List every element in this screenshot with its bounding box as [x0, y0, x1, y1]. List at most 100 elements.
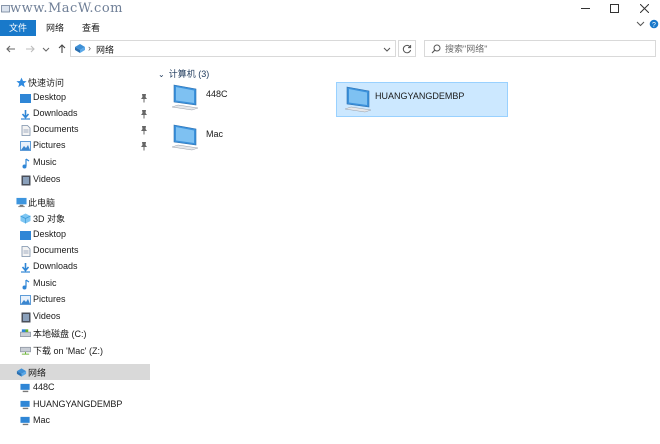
sidebar-item-label: HUANGYANGDEMBP: [33, 399, 123, 409]
pictures-icon: [20, 295, 31, 306]
sidebar-item-label: 下载 on 'Mac' (Z:): [33, 346, 103, 356]
sidebar-item-documents[interactable]: Documents: [0, 122, 150, 138]
sidebar-item-448c[interactable]: 448C: [0, 380, 150, 396]
tab-view[interactable]: 查看: [74, 20, 108, 36]
sidebar-item-3d-objects[interactable]: 3D 对象: [0, 210, 150, 226]
sidebar-item-videos[interactable]: Videos: [0, 172, 150, 188]
computer-icon: [171, 84, 199, 111]
up-button[interactable]: [56, 42, 68, 56]
help-icon: ?: [649, 19, 659, 29]
network-drive-icon: [20, 345, 31, 356]
star-icon: [16, 77, 27, 88]
sidebar-this-pc[interactable]: 此电脑: [0, 194, 150, 210]
expand-ribbon-button[interactable]: [636, 19, 645, 30]
refresh-button[interactable]: [398, 40, 416, 57]
maximize-button[interactable]: [600, 0, 628, 17]
sidebar-quick-access[interactable]: 快速访问: [0, 74, 150, 90]
chevron-down-icon[interactable]: ⌄: [158, 70, 165, 79]
computer-name: Mac: [206, 129, 224, 139]
desktop-icon: [20, 230, 31, 241]
sidebar-item-downloads[interactable]: Downloads: [0, 259, 150, 275]
computer-icon: [20, 416, 31, 427]
videos-icon: [20, 312, 31, 323]
computer-name: HUANGYANGDEMBP: [375, 91, 465, 101]
downloads-icon: [20, 109, 31, 120]
desktop-icon: [20, 93, 31, 104]
chevron-down-icon: [42, 47, 50, 52]
sidebar-item-huangyangdembp[interactable]: HUANGYANGDEMBP: [0, 397, 150, 413]
sidebar-network[interactable]: 网络: [0, 364, 150, 380]
sidebar-item-desktop[interactable]: Desktop: [0, 90, 150, 106]
sidebar-item-label: 3D 对象: [33, 214, 66, 224]
pin-icon[interactable]: [140, 93, 148, 103]
sidebar-item-music[interactable]: Music: [0, 276, 150, 292]
pictures-icon: [20, 141, 31, 152]
sidebar-item-label: 448C: [33, 382, 55, 392]
navigation-pane: 快速访问 Desktop Downloads Documents Picture…: [0, 61, 150, 444]
help-button[interactable]: ?: [649, 19, 659, 31]
maximize-icon: [609, 4, 619, 13]
sidebar-item-label: Videos: [33, 311, 61, 321]
sidebar-item-mac[interactable]: Mac: [0, 413, 150, 429]
tab-file[interactable]: 文件: [0, 20, 37, 36]
sidebar-item-videos[interactable]: Videos: [0, 309, 150, 325]
sidebar-item-label: 网络: [28, 368, 47, 378]
pin-icon[interactable]: [140, 125, 148, 135]
content-pane: ⌄ 计算机 (3) 448C HUANGYANGDEMBP Mac: [150, 61, 660, 444]
computer-icon: [171, 124, 199, 151]
watermark: www.MacW.com: [10, 1, 123, 16]
pin-icon[interactable]: [140, 109, 148, 119]
sidebar-item-label: Pictures: [33, 294, 66, 304]
sidebar-item-label: 此电脑: [28, 198, 56, 208]
close-icon: [639, 4, 649, 13]
arrow-left-icon: [6, 45, 15, 53]
sidebar-item-label: Downloads: [33, 261, 78, 271]
sidebar-item-label: Videos: [33, 174, 61, 184]
sidebar-item-label: Music: [33, 278, 57, 288]
pin-icon[interactable]: [140, 141, 148, 151]
sidebar-item-label: Desktop: [33, 92, 67, 102]
breadcrumb-network[interactable]: 网络: [96, 43, 114, 56]
minimize-icon: [580, 8, 590, 9]
address-bar[interactable]: › 网络: [70, 40, 396, 57]
sidebar-item-desktop[interactable]: Desktop: [0, 227, 150, 243]
svg-text:?: ?: [652, 22, 656, 29]
chevron-down-icon[interactable]: [383, 45, 391, 53]
sidebar-item-music[interactable]: Music: [0, 155, 150, 171]
group-label: 计算机 (3): [168, 69, 210, 79]
navigation-bar: › 网络: [0, 37, 660, 61]
tab-network[interactable]: 网络: [38, 20, 72, 36]
group-header-computers[interactable]: ⌄ 计算机 (3): [158, 67, 209, 80]
sidebar-item-pictures[interactable]: Pictures: [0, 138, 150, 154]
ribbon-tabs: 文件 网络 查看 ?: [0, 17, 660, 38]
sidebar-item-local-disk[interactable]: 本地磁盘 (C:): [0, 325, 150, 341]
sidebar-item-label: 本地磁盘 (C:): [33, 329, 87, 339]
search-input[interactable]: [445, 42, 645, 55]
sidebar-item-label: Documents: [33, 124, 79, 134]
title-bar: www.MacW.com: [0, 0, 660, 17]
3d-objects-icon: [20, 213, 31, 224]
search-box[interactable]: [424, 40, 656, 57]
downloads-icon: [20, 262, 31, 273]
computer-icon: [344, 86, 372, 113]
sidebar-item-label: Downloads: [33, 108, 78, 118]
computer-tile-mac[interactable]: Mac: [164, 121, 334, 155]
recent-locations-button[interactable]: [40, 42, 52, 56]
back-button[interactable]: [5, 42, 17, 56]
sidebar-item-network-drive[interactable]: 下载 on 'Mac' (Z:): [0, 342, 150, 358]
music-icon: [20, 158, 31, 169]
breadcrumb-separator-icon: ›: [88, 43, 91, 53]
close-button[interactable]: [630, 0, 658, 17]
sidebar-item-downloads[interactable]: Downloads: [0, 106, 150, 122]
forward-button[interactable]: [24, 42, 36, 56]
computer-tile-huangyangdembp[interactable]: HUANGYANGDEMBP: [336, 82, 508, 117]
sidebar-item-label: Desktop: [33, 229, 67, 239]
sidebar-item-documents[interactable]: Documents: [0, 243, 150, 259]
music-icon: [20, 279, 31, 290]
computer-tile-448c[interactable]: 448C: [164, 81, 334, 115]
computer-name: 448C: [206, 89, 228, 99]
minimize-button[interactable]: [571, 0, 599, 17]
sidebar-item-label: 快速访问: [28, 78, 65, 88]
sidebar-item-pictures[interactable]: Pictures: [0, 292, 150, 308]
refresh-icon: [402, 44, 412, 53]
